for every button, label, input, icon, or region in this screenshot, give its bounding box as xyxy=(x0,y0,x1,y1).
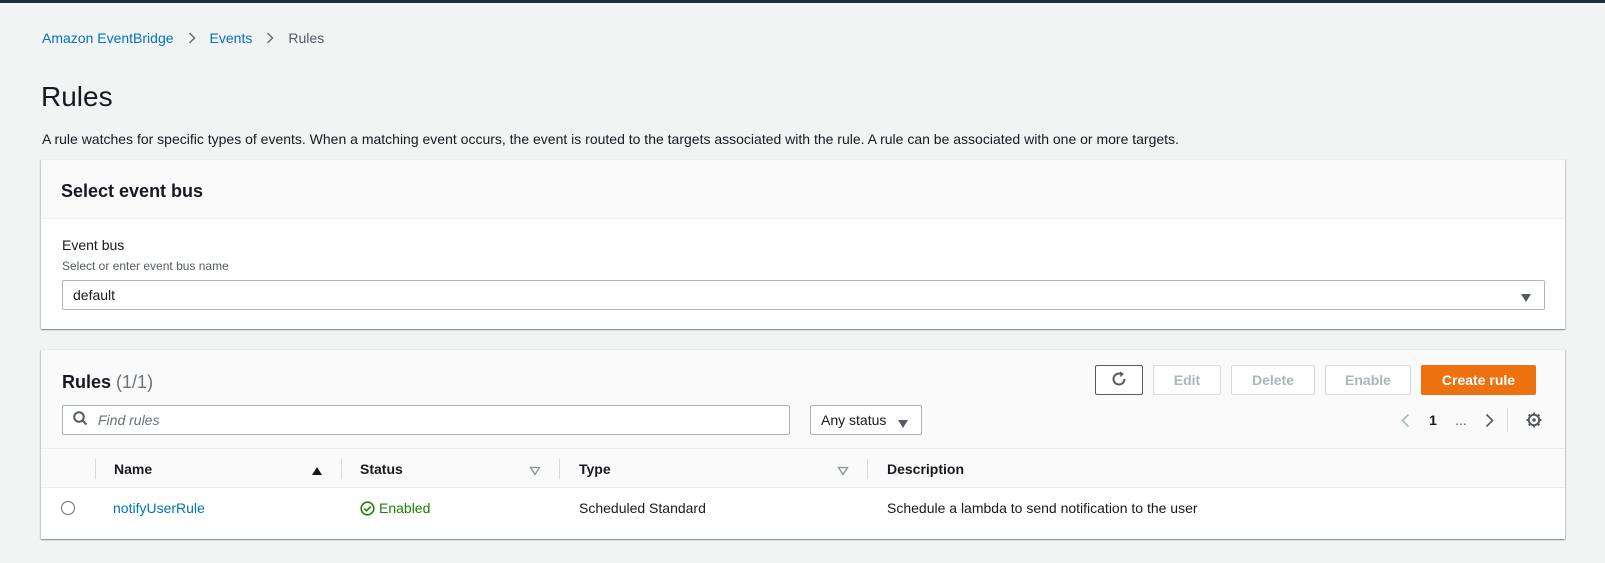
rules-title: Rules (1/1) xyxy=(62,371,153,393)
panel-header: Select event bus xyxy=(41,160,1565,219)
search-placeholder: Find rules xyxy=(98,412,160,428)
chevron-right-icon xyxy=(266,32,274,44)
status-filter-select[interactable]: Any status xyxy=(810,405,922,435)
page-number-1[interactable]: 1 xyxy=(1419,412,1447,428)
column-header-description: Description xyxy=(887,461,965,477)
edit-button[interactable]: Edit xyxy=(1153,365,1221,395)
column-header-status[interactable]: Status xyxy=(360,449,403,489)
search-icon xyxy=(73,411,88,429)
rule-status: Enabled xyxy=(360,488,430,528)
column-header-name[interactable]: Name xyxy=(114,449,152,489)
refresh-icon xyxy=(1110,370,1128,391)
breadcrumb: Amazon EventBridge Events Rules xyxy=(42,29,324,47)
create-rule-button[interactable]: Create rule xyxy=(1421,365,1536,395)
enable-button[interactable]: Enable xyxy=(1325,365,1411,395)
caret-down-icon xyxy=(1520,290,1532,306)
event-bus-description: Select or enter event bus name xyxy=(62,259,229,273)
rules-header: Rules (1/1) Edit Delete Enable Create ru… xyxy=(41,350,1565,448)
rules-panel: Rules (1/1) Edit Delete Enable Create ru… xyxy=(41,349,1565,539)
search-input[interactable]: Find rules xyxy=(62,405,790,435)
select-event-bus-panel: Select event bus Event bus Select or ent… xyxy=(41,159,1565,329)
top-navigation-bar xyxy=(0,0,1605,3)
breadcrumb-current: Rules xyxy=(288,30,325,46)
row-select-radio[interactable] xyxy=(61,501,75,515)
rules-title-text: Rules xyxy=(62,372,112,392)
gear-icon[interactable] xyxy=(1525,411,1543,432)
chevron-right-icon xyxy=(188,32,196,44)
sort-icon[interactable] xyxy=(837,463,849,479)
event-bus-select[interactable]: default xyxy=(62,280,1545,310)
sort-icon[interactable] xyxy=(529,463,541,479)
event-bus-label: Event bus xyxy=(62,237,125,253)
event-bus-selected-value: default xyxy=(73,287,116,303)
column-header-type[interactable]: Type xyxy=(579,449,611,489)
chevron-left-icon[interactable] xyxy=(1391,413,1419,428)
rule-description: Schedule a lambda to send notification t… xyxy=(887,500,1198,516)
breadcrumb-link-events[interactable]: Events xyxy=(210,29,253,47)
chevron-right-icon[interactable] xyxy=(1475,413,1503,428)
column-divider xyxy=(559,459,560,479)
refresh-button[interactable] xyxy=(1095,365,1143,395)
rule-name-link[interactable]: notifyUserRule xyxy=(113,488,205,528)
check-circle-icon xyxy=(360,500,379,516)
column-divider xyxy=(867,459,868,479)
page-ellipsis: ... xyxy=(1455,412,1467,428)
status-filter-value: Any status xyxy=(821,412,887,428)
caret-down-icon xyxy=(897,416,909,432)
page-title: Rules xyxy=(41,81,113,112)
column-divider xyxy=(95,459,96,479)
breadcrumb-link-eventbridge[interactable]: Amazon EventBridge xyxy=(42,29,174,47)
sort-ascending-icon[interactable] xyxy=(311,463,323,479)
rules-count: (1/1) xyxy=(116,372,154,392)
panel-title: Select event bus xyxy=(61,181,204,201)
pager-divider xyxy=(1507,408,1508,432)
table-row[interactable]: notifyUserRule Enabled Scheduled Standar… xyxy=(41,488,1565,528)
page-description: A rule watches for specific types of eve… xyxy=(42,131,1179,147)
rule-type: Scheduled Standard xyxy=(579,500,706,516)
column-divider xyxy=(341,459,342,479)
table-header: Name Status Type Description xyxy=(41,448,1565,488)
rule-status-text: Enabled xyxy=(379,500,431,516)
pagination: 1 ... xyxy=(1391,406,1503,434)
delete-button[interactable]: Delete xyxy=(1231,365,1315,395)
